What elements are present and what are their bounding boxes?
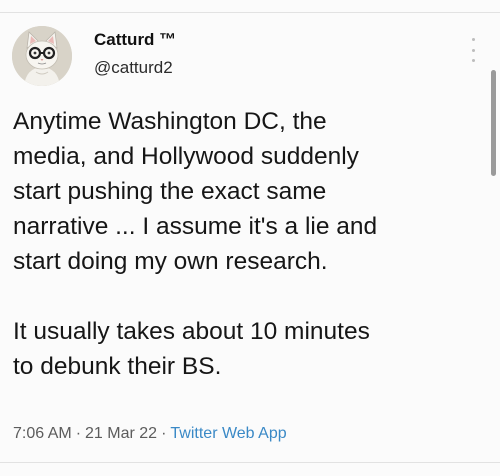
author-handle[interactable]: @catturd2	[94, 58, 176, 78]
meta-separator: ·	[161, 425, 167, 442]
more-options-button[interactable]	[468, 38, 478, 62]
tweet-source-link[interactable]: Twitter Web App	[170, 425, 286, 442]
top-divider	[0, 12, 500, 13]
tweet-time[interactable]: 7:06 AM	[13, 425, 72, 442]
tweet-meta: 7:06 AM · 21 Mar 22 · Twitter Web App	[13, 424, 287, 444]
tweet-date[interactable]: 21 Mar 22	[85, 425, 157, 442]
meta-separator: ·	[75, 425, 82, 442]
scrollbar[interactable]	[491, 70, 496, 176]
avatar[interactable]	[12, 26, 72, 86]
tweet-card: Catturd ™ @catturd2 Anytime Washington D…	[0, 0, 500, 476]
bottom-divider	[0, 462, 500, 463]
tweet-text: Anytime Washington DC, the media, and Ho…	[13, 108, 378, 380]
author-block: Catturd ™ @catturd2	[94, 30, 176, 78]
author-display-name[interactable]: Catturd ™	[94, 30, 176, 50]
cat-avatar-icon	[12, 26, 72, 86]
vertical-dots-icon	[471, 38, 475, 62]
